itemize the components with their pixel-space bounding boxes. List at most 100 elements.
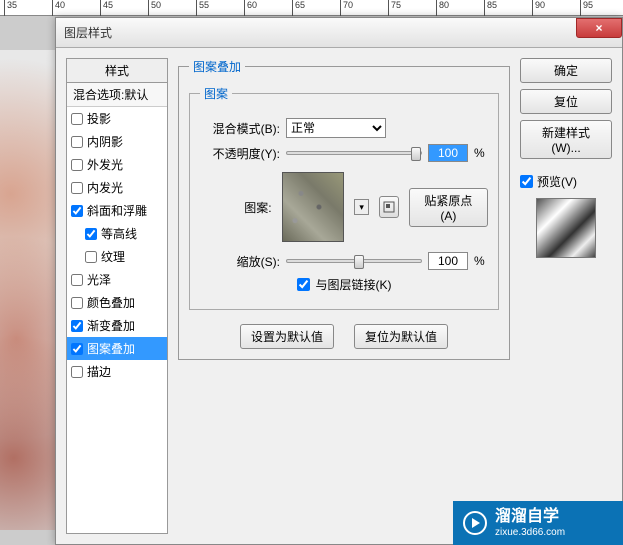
set-default-button[interactable]: 设置为默认值 <box>240 324 334 349</box>
opacity-percent: % <box>474 146 488 160</box>
link-layer-checkbox[interactable] <box>297 278 310 291</box>
blend-mode-label: 混合模式(B): <box>200 120 280 137</box>
ruler-tick: 70 <box>340 0 353 16</box>
ruler-tick: 60 <box>244 0 257 16</box>
style-item-label: 描边 <box>87 363 111 380</box>
style-item-label: 图案叠加 <box>87 340 135 357</box>
ruler-tick: 80 <box>436 0 449 16</box>
ruler-tick: 55 <box>196 0 209 16</box>
group-legend: 图案叠加 <box>189 58 245 75</box>
ruler-tick: 65 <box>292 0 305 16</box>
watermark: 溜溜自学 zixue.3d66.com <box>453 501 623 545</box>
ok-button[interactable]: 确定 <box>520 58 612 83</box>
watermark-title: 溜溜自学 <box>495 507 565 526</box>
style-item-checkbox[interactable] <box>71 205 83 217</box>
settings-panel: 图案叠加 图案 混合模式(B): 正常 不透明度(Y): 100 % <box>178 58 510 534</box>
watermark-url: zixue.3d66.com <box>495 527 565 539</box>
pattern-thumbnail[interactable] <box>282 172 345 242</box>
style-item-checkbox[interactable] <box>71 113 83 125</box>
style-item-内阴影[interactable]: 内阴影 <box>67 130 167 153</box>
style-item-label: 渐变叠加 <box>87 317 135 334</box>
style-item-渐变叠加[interactable]: 渐变叠加 <box>67 314 167 337</box>
ruler-tick: 90 <box>532 0 545 16</box>
style-item-checkbox[interactable] <box>71 136 83 148</box>
scale-percent: % <box>474 254 488 268</box>
new-pattern-icon[interactable] <box>379 196 399 218</box>
style-item-checkbox[interactable] <box>71 343 83 355</box>
style-item-内发光[interactable]: 内发光 <box>67 176 167 199</box>
style-item-图案叠加[interactable]: 图案叠加 <box>67 337 167 360</box>
style-item-label: 内发光 <box>87 179 123 196</box>
new-style-button[interactable]: 新建样式(W)... <box>520 120 612 159</box>
style-item-label: 投影 <box>87 110 111 127</box>
canvas-artwork <box>0 50 55 530</box>
scale-input[interactable]: 100 <box>428 252 468 270</box>
style-item-描边[interactable]: 描边 <box>67 360 167 383</box>
opacity-label: 不透明度(Y): <box>200 145 280 162</box>
opacity-input[interactable]: 100 <box>428 144 468 162</box>
style-item-颜色叠加[interactable]: 颜色叠加 <box>67 291 167 314</box>
default-buttons-row: 设置为默认值 复位为默认值 <box>189 324 499 349</box>
ruler-tick: 95 <box>580 0 593 16</box>
link-row: 与图层链接(K) <box>200 276 488 293</box>
scale-row: 缩放(S): 100 % <box>200 252 488 270</box>
style-item-外发光[interactable]: 外发光 <box>67 153 167 176</box>
style-item-checkbox[interactable] <box>71 274 83 286</box>
right-button-column: 确定 复位 新建样式(W)... 预览(V) <box>520 58 612 534</box>
dialog-titlebar[interactable]: 图层样式 × <box>56 18 622 48</box>
style-item-label: 斜面和浮雕 <box>87 202 147 219</box>
ruler-tick: 40 <box>52 0 65 16</box>
blend-options-default[interactable]: 混合选项:默认 <box>67 83 167 107</box>
opacity-slider[interactable] <box>286 151 422 155</box>
snap-origin-button[interactable]: 贴紧原点(A) <box>409 188 488 227</box>
pattern-row: 图案: ▾ 贴紧原点(A) <box>200 172 488 242</box>
opacity-row: 不透明度(Y): 100 % <box>200 144 488 162</box>
blend-mode-select[interactable]: 正常 <box>286 118 386 138</box>
style-item-光泽[interactable]: 光泽 <box>67 268 167 291</box>
style-item-label: 内阴影 <box>87 133 123 150</box>
pattern-subgroup: 图案 混合模式(B): 正常 不透明度(Y): 100 % <box>189 85 499 310</box>
style-item-斜面和浮雕[interactable]: 斜面和浮雕 <box>67 199 167 222</box>
pattern-overlay-group: 图案叠加 图案 混合模式(B): 正常 不透明度(Y): 100 % <box>178 58 510 360</box>
preview-section: 预览(V) <box>520 173 612 266</box>
style-item-纹理[interactable]: 纹理 <box>67 245 167 268</box>
pattern-legend: 图案 <box>200 85 232 102</box>
play-icon <box>463 511 487 535</box>
layer-style-dialog: 图层样式 × 样式 混合选项:默认 投影内阴影外发光内发光斜面和浮雕等高线纹理光… <box>55 17 623 545</box>
style-list-header[interactable]: 样式 <box>67 59 167 83</box>
dialog-title: 图层样式 <box>64 24 112 41</box>
scale-label: 缩放(S): <box>200 253 280 270</box>
ruler-tick: 35 <box>4 0 17 16</box>
reset-default-button[interactable]: 复位为默认值 <box>354 324 448 349</box>
style-item-label: 纹理 <box>101 248 125 265</box>
pattern-label: 图案: <box>200 199 272 216</box>
preview-label: 预览(V) <box>537 173 577 190</box>
style-item-checkbox[interactable] <box>85 251 97 263</box>
style-item-等高线[interactable]: 等高线 <box>67 222 167 245</box>
style-item-checkbox[interactable] <box>71 320 83 332</box>
style-list-panel: 样式 混合选项:默认 投影内阴影外发光内发光斜面和浮雕等高线纹理光泽颜色叠加渐变… <box>66 58 168 534</box>
style-item-checkbox[interactable] <box>71 159 83 171</box>
close-button[interactable]: × <box>576 18 622 38</box>
style-item-label: 光泽 <box>87 271 111 288</box>
style-item-checkbox[interactable] <box>71 182 83 194</box>
style-item-label: 等高线 <box>101 225 137 242</box>
style-item-label: 颜色叠加 <box>87 294 135 311</box>
style-item-checkbox[interactable] <box>85 228 97 240</box>
style-item-checkbox[interactable] <box>71 297 83 309</box>
horizontal-ruler: 35 40 45 50 55 60 65 70 75 80 85 90 95 <box>0 0 623 16</box>
reset-button[interactable]: 复位 <box>520 89 612 114</box>
link-layer-label: 与图层链接(K) <box>316 276 392 293</box>
preview-checkbox[interactable] <box>520 175 533 188</box>
scale-slider[interactable] <box>286 259 422 263</box>
ruler-tick: 75 <box>388 0 401 16</box>
ruler-tick: 45 <box>100 0 113 16</box>
blend-mode-row: 混合模式(B): 正常 <box>200 118 488 138</box>
ruler-tick: 50 <box>148 0 161 16</box>
ruler-tick: 85 <box>484 0 497 16</box>
style-item-label: 外发光 <box>87 156 123 173</box>
style-item-投影[interactable]: 投影 <box>67 107 167 130</box>
pattern-dropdown-icon[interactable]: ▾ <box>354 199 369 215</box>
preview-thumbnail <box>536 198 596 258</box>
style-item-checkbox[interactable] <box>71 366 83 378</box>
